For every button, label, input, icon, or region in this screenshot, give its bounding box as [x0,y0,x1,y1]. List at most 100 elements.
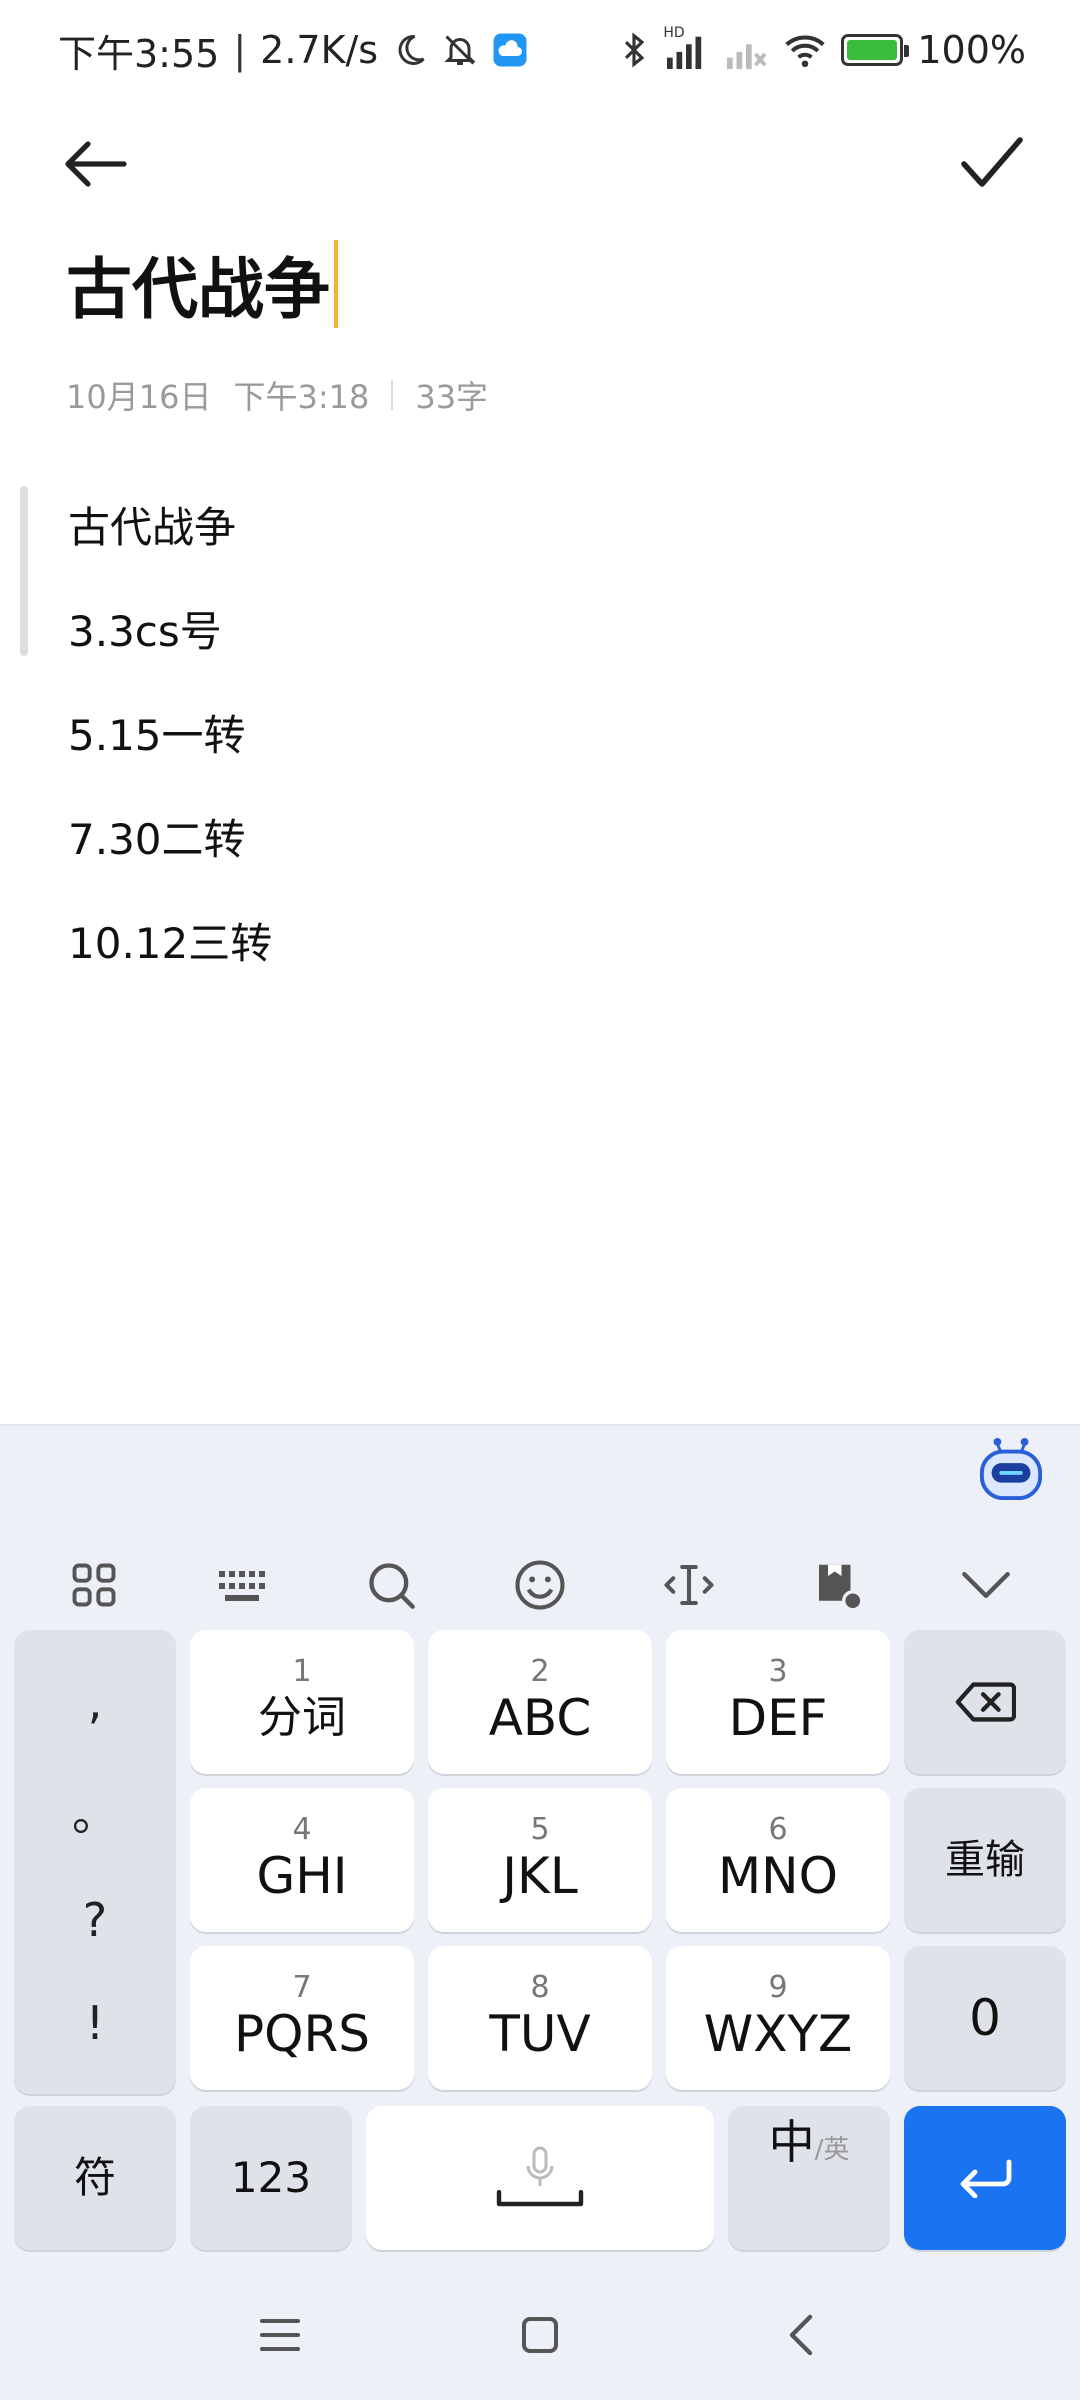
note-meta: 10月16日 下午3:18 33字 [66,372,488,418]
key-5[interactable]: 5 JKL [428,1788,652,1932]
apps-grid-icon[interactable] [44,1535,144,1635]
key-label: TUV [489,2005,591,2063]
punct-exclamation[interactable]: ! [86,1996,104,2050]
scroll-indicator[interactable] [20,486,28,656]
key-3[interactable]: 3 DEF [666,1630,890,1774]
key-number: 8 [530,1970,550,2005]
navigation-bar [0,2270,1080,2400]
nav-back-button[interactable] [760,2295,840,2375]
numbers-key[interactable]: 123 [190,2106,352,2250]
key-number: 7 [292,1970,312,2005]
check-icon [961,137,1023,187]
battery-fill [847,40,898,60]
arrow-left-icon [65,141,127,187]
battery-icon [841,34,910,66]
clipboard-icon[interactable] [787,1535,887,1635]
backspace-icon [955,1682,1016,1722]
signal-hd-icon: HD [663,25,709,69]
punct-question[interactable]: ? [83,1893,107,1947]
menu-button[interactable] [240,2295,320,2375]
key-label: WXYZ [703,2005,853,2063]
key-4[interactable]: 4 GHI [190,1788,414,1932]
back-button[interactable] [64,124,164,204]
note-line: 5.15一转 [68,711,246,760]
key-label: GHI [256,1847,348,1905]
key-6[interactable]: 6 MNO [666,1788,890,1932]
emoji-icon[interactable] [490,1535,590,1635]
note-title: 古代战争 [66,251,330,328]
key-label: PQRS [234,2005,370,2063]
signal-off-icon [723,31,769,69]
language-switch-key[interactable]: 中 /英 [728,2106,890,2250]
enter-icon [960,2159,1012,2198]
reinput-key[interactable]: 重输 [904,1788,1066,1932]
keyboard-layout-icon[interactable] [193,1535,293,1635]
status-bar: 下午3:55 | 2.7K/s HD 100% [0,0,1080,100]
note-line: 古代战争 [68,503,237,552]
key-label: 0 [969,1989,1001,2047]
key-1[interactable]: 1 分词 [190,1630,414,1774]
key-number: 5 [530,1812,550,1847]
note-line: 10.12三转 [68,919,273,968]
key-7[interactable]: 7 PQRS [190,1946,414,2090]
key-label: DEF [728,1689,828,1747]
punct-comma[interactable]: , [88,1675,103,1729]
status-divider: | [233,28,247,72]
cursor-move-icon[interactable] [639,1535,739,1635]
key-label: 符 [73,2153,116,2202]
note-char-count: 33字 [415,378,489,416]
note-body[interactable]: 古代战争 3.3cs号 5.15一转 7.30二转 10.12三转 [68,496,272,1016]
symbols-key[interactable]: 符 [14,2106,176,2250]
text-caret [334,240,338,328]
note-title-field[interactable]: 古代战争 [66,236,338,332]
chevron-left-icon [789,2314,813,2356]
microphone-icon [526,2146,554,2186]
signal-hd-label: HD [663,25,685,41]
robot-assistant-icon[interactable] [976,1436,1046,1502]
bell-off-icon [442,32,478,68]
key-label: ABC [488,1689,592,1747]
note-time: 下午3:18 [233,378,370,416]
confirm-button[interactable] [924,124,1024,204]
key-label: 分词 [258,1692,346,1743]
note-line: 3.3cs号 [68,607,222,656]
note-date: 10月16日 [66,378,212,416]
key-2[interactable]: 2 ABC [428,1630,652,1774]
status-right: HD 100% [619,25,1026,72]
status-net-speed: 2.7K/s [260,28,379,72]
meta-divider [391,380,394,410]
chevron-down-icon[interactable] [936,1535,1036,1635]
home-button[interactable] [500,2295,580,2375]
key-number: 3 [768,1654,788,1689]
backspace-key[interactable] [904,1630,1066,1774]
space-key[interactable] [366,2106,714,2250]
key-label: JKL [502,1847,578,1905]
key-number: 6 [768,1812,788,1847]
battery-percent: 100% [917,28,1026,72]
key-number: 4 [292,1812,312,1847]
key-number: 9 [768,1970,788,2005]
punct-period[interactable]: 。 [72,1778,118,1844]
key-label: 123 [230,2153,312,2202]
cloud-app-icon [492,32,528,68]
menu-icon [260,2319,300,2351]
home-square-icon [522,2317,558,2353]
bluetooth-icon [619,31,649,69]
punctuation-column[interactable]: , 。 ? ! [14,1630,176,2094]
wifi-icon [783,31,827,69]
key-number: 1 [292,1654,312,1689]
key-label: MNO [718,1847,838,1905]
key-8[interactable]: 8 TUV [428,1946,652,2090]
search-icon[interactable] [341,1535,441,1635]
status-time: 下午3:55 [58,31,220,76]
key-label: 重输 [945,1837,1025,1883]
status-left: 下午3:55 | 2.7K/s [58,23,528,78]
key-9[interactable]: 9 WXYZ [666,1946,890,2090]
lang-sub-label: /英 [814,2135,850,2165]
enter-key[interactable] [904,2106,1066,2250]
key-number: 2 [530,1654,550,1689]
moon-icon [392,32,428,68]
space-bar-icon [496,2190,584,2207]
keyboard: , 。 ? ! 1 分词 2 ABC 3 DEF 4 GHI 5 JKL 6 M… [0,1424,1080,2400]
key-0[interactable]: 0 [904,1946,1066,2090]
